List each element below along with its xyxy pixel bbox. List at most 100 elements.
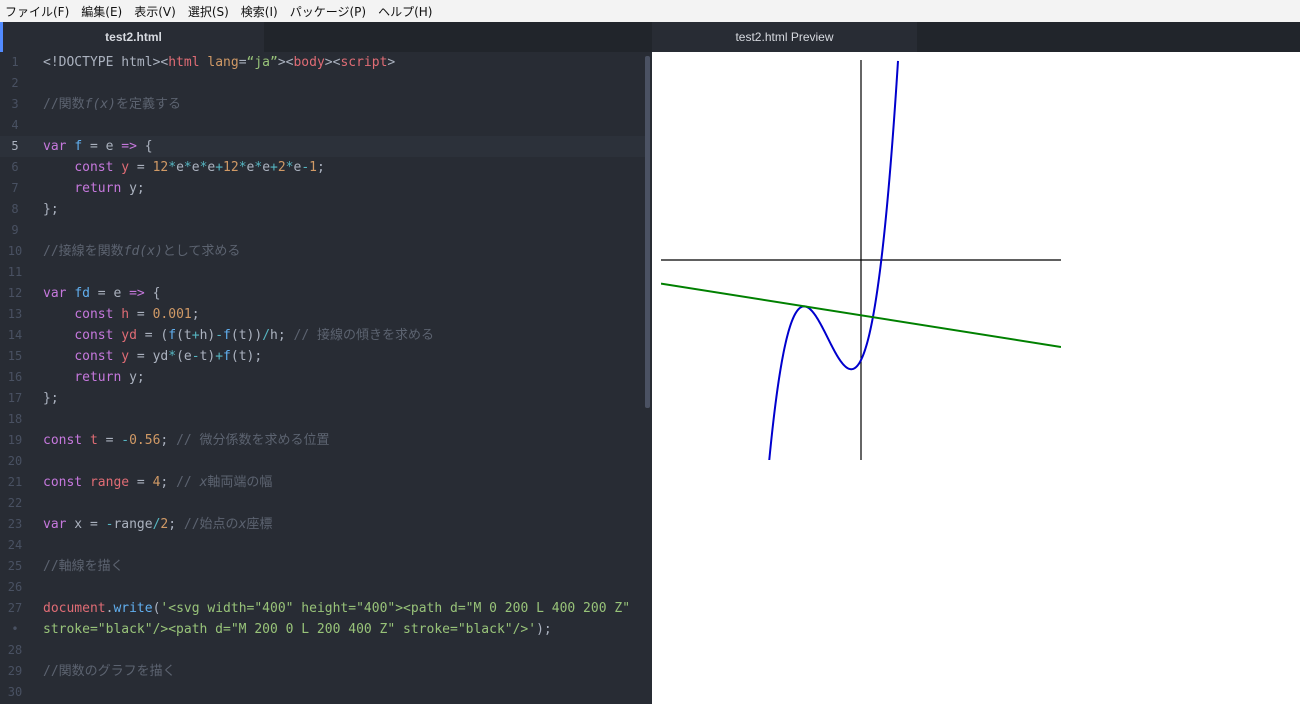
- code-token: );: [536, 622, 552, 637]
- editor-scrollbar-thumb[interactable]: [645, 56, 650, 408]
- code-token: ;: [168, 517, 184, 532]
- code-line[interactable]: 26: [0, 577, 645, 598]
- menu-help[interactable]: ヘルプ(H): [372, 3, 438, 20]
- menu-view[interactable]: 表示(V): [128, 3, 182, 20]
- code-token: y: [121, 349, 130, 364]
- code-token: +: [191, 328, 200, 343]
- menu-packages[interactable]: パッケージ(P): [284, 3, 372, 20]
- code-line[interactable]: 28: [0, 640, 645, 661]
- code-token: // 微分係数を求める位置: [176, 433, 330, 448]
- tab-preview[interactable]: test2.html Preview: [652, 22, 917, 52]
- code-token: として求める: [162, 244, 241, 259]
- code-line[interactable]: • stroke="black"/><path d="M 200 0 L 200 …: [0, 619, 645, 640]
- code-token: yd: [121, 328, 137, 343]
- line-code: var x = -range/2; //始点のx座標: [43, 514, 272, 535]
- code-token: //関数のグラフを描く: [43, 664, 176, 679]
- code-line[interactable]: 13 const h = 0.001;: [0, 304, 645, 325]
- code-line[interactable]: 12 var fd = e => {: [0, 283, 645, 304]
- code-token: を定義する: [115, 97, 181, 112]
- code-line[interactable]: 27 document.write('<svg width="400" heigh…: [0, 598, 645, 619]
- code-token: ;: [191, 307, 200, 322]
- code-token: };: [43, 202, 59, 217]
- code-token: h;: [270, 328, 294, 343]
- code-line[interactable]: 29 //関数のグラフを描く: [0, 661, 645, 682]
- line-number: 30: [7, 685, 23, 699]
- line-number: 14: [7, 328, 23, 342]
- code-token: +: [215, 160, 224, 175]
- code-line[interactable]: 7 return y;: [0, 178, 645, 199]
- code-token: //接線を関数: [43, 244, 124, 259]
- code-token: *: [238, 160, 247, 175]
- code-token: =: [129, 307, 153, 322]
- code-line[interactable]: 16 return y;: [0, 367, 645, 388]
- line-number: 15: [7, 349, 23, 363]
- line-number: 22: [7, 496, 23, 510]
- code-token: -: [121, 433, 130, 448]
- line-number: 26: [7, 580, 23, 594]
- line-code: const y = 12*e*e*e+12*e*e+2*e-1;: [43, 157, 325, 178]
- menu-edit[interactable]: 編集(E): [75, 3, 128, 20]
- code-line[interactable]: 1 <!DOCTYPE html><html lang=“ja”><body><s…: [0, 52, 645, 73]
- code-token: *: [254, 160, 263, 175]
- code-token: <!DOCTYPE html>: [43, 55, 161, 70]
- code-line[interactable]: 2: [0, 73, 645, 94]
- code-line[interactable]: 10 //接線を関数fd(x)として求める: [0, 241, 645, 262]
- code-token: =: [97, 433, 122, 448]
- code-line[interactable]: 15 const y = yd*(e-t)+f(t);: [0, 346, 645, 367]
- code-token: lang: [207, 55, 239, 70]
- code-token: e: [176, 160, 184, 175]
- code-token: e: [191, 160, 200, 175]
- code-line[interactable]: 4: [0, 115, 645, 136]
- code-line[interactable]: 25 //軸線を描く: [0, 556, 645, 577]
- line-code: return y;: [43, 367, 144, 388]
- code-token: write: [113, 601, 153, 616]
- code-line[interactable]: 21 const range = 4; // x軸両端の幅: [0, 472, 645, 493]
- code-line[interactable]: 14 const yd = (f(t+h)-f(t))/h; // 接線の傾きを…: [0, 325, 645, 346]
- line-code: //関数のグラフを描く: [43, 661, 176, 682]
- code-token: 0.001: [152, 307, 192, 322]
- code-token: var: [43, 139, 67, 154]
- code-token: const: [74, 328, 114, 343]
- line-number: 3: [11, 97, 19, 111]
- code-line[interactable]: 3 //関数f(x)を定義する: [0, 94, 645, 115]
- code-line[interactable]: 22: [0, 493, 645, 514]
- code-token: >: [277, 55, 286, 70]
- code-line[interactable]: 11: [0, 262, 645, 283]
- code-line[interactable]: 20: [0, 451, 645, 472]
- code-token: f(x): [84, 97, 116, 112]
- code-line[interactable]: 5 var f = e => {: [0, 136, 645, 157]
- code-line[interactable]: 30: [0, 682, 645, 703]
- code-line[interactable]: 8};: [0, 199, 645, 220]
- preview-tab-bar: test2.html Preview: [652, 22, 1300, 52]
- code-line[interactable]: 18: [0, 409, 645, 430]
- code-token: =>: [121, 139, 137, 154]
- code-token: range: [113, 517, 153, 532]
- code-token: 0.56: [129, 433, 161, 448]
- preview-pane: test2.html Preview: [652, 22, 1300, 704]
- line-code: <!DOCTYPE html><html lang=“ja”><body><sc…: [43, 52, 395, 73]
- code-area[interactable]: 1 <!DOCTYPE html><html lang=“ja”><body><s…: [0, 52, 652, 704]
- code-line[interactable]: 19 const t = -0.56; // 微分係数を求める位置: [0, 430, 645, 451]
- line-number: 27: [7, 601, 23, 615]
- code-line[interactable]: 17};: [0, 388, 645, 409]
- code-token: fd: [74, 286, 90, 301]
- code-token: {: [136, 139, 153, 154]
- code-token: ;: [160, 475, 177, 490]
- preview-graph: [661, 60, 1061, 460]
- line-number: 25: [7, 559, 23, 573]
- menu-file[interactable]: ファイル(F): [0, 3, 75, 20]
- tab-editor-file[interactable]: test2.html: [0, 22, 264, 52]
- code-token: f: [223, 328, 231, 343]
- menu-selection[interactable]: 選択(S): [182, 3, 235, 20]
- code-line[interactable]: 9: [0, 220, 645, 241]
- code-line[interactable]: 6 const y = 12*e*e*e+12*e*e+2*e-1;: [0, 157, 645, 178]
- code-line[interactable]: 23 var x = -range/2; //始点のx座標: [0, 514, 645, 535]
- code-token: f: [74, 139, 83, 154]
- line-code: };: [43, 199, 59, 220]
- code-line[interactable]: 24: [0, 535, 645, 556]
- menu-find[interactable]: 検索(I): [235, 3, 284, 20]
- line-number: 29: [7, 664, 23, 678]
